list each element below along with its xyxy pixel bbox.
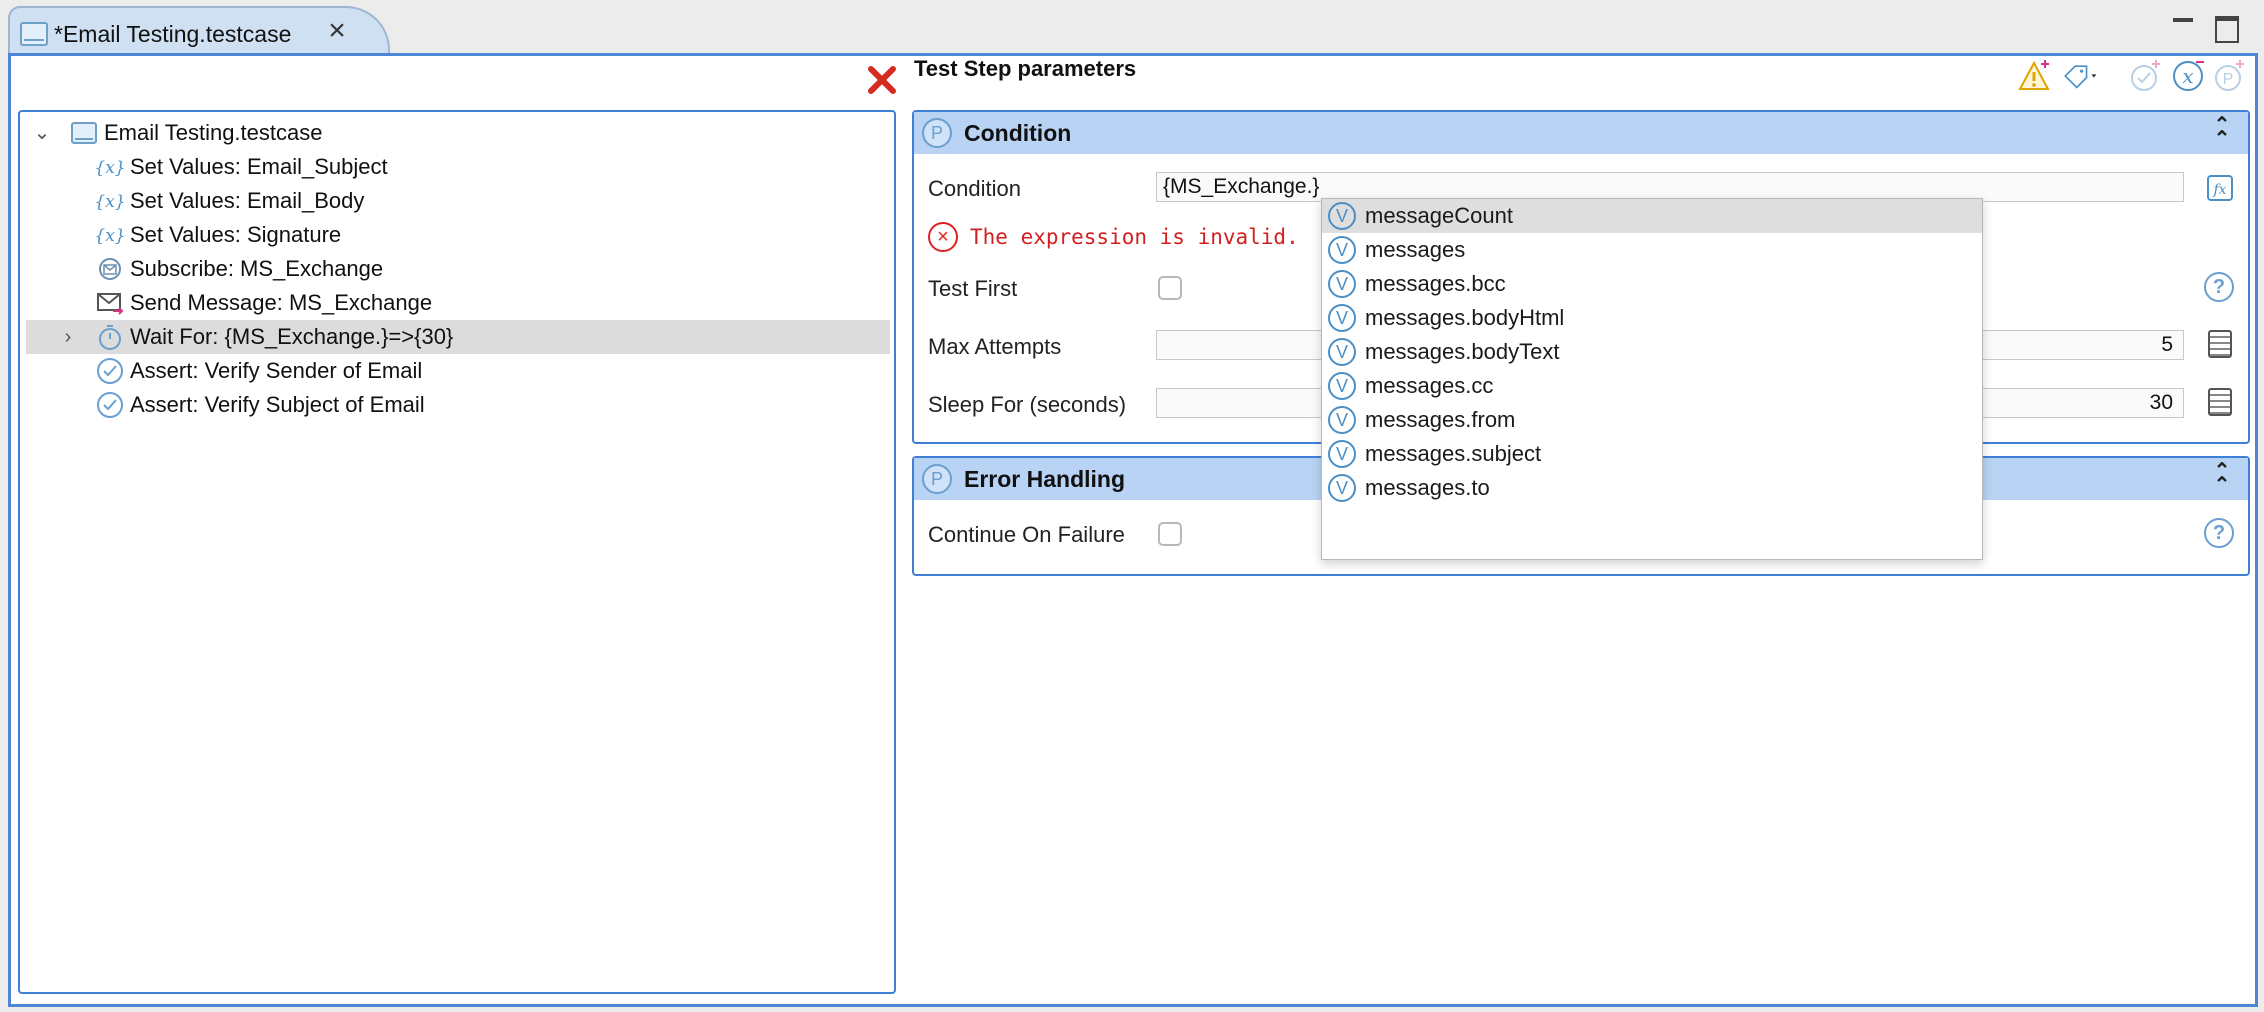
warning-add-icon[interactable]	[2018, 58, 2054, 94]
params-title: Test Step parameters	[914, 56, 1137, 81]
collapse-icon[interactable]: ⌃ ⌃	[2210, 461, 2234, 495]
tree-item-label: Assert: Verify Subject of Email	[130, 392, 425, 417]
variable-v-icon: V	[1328, 440, 1356, 468]
variable-icon: {x}	[96, 158, 124, 178]
parameter-icon: P	[922, 464, 952, 494]
timer-icon	[99, 325, 121, 350]
testcase-file-icon	[20, 22, 48, 46]
add-assertion-icon[interactable]	[2128, 58, 2164, 94]
max-attempts-label: Max Attempts	[928, 334, 1062, 359]
editor-tab-strip: *Email Testing.testcase ×	[0, 0, 2264, 58]
tree-item[interactable]: Subscribe: MS_Exchange	[26, 252, 890, 286]
variable-v-icon: V	[1328, 338, 1356, 366]
maximize-icon[interactable]	[2210, 10, 2240, 43]
tree-root[interactable]: ⌄ Email Testing.testcase	[26, 116, 890, 150]
svg-text:P: P	[2223, 71, 2234, 88]
calculator-icon[interactable]	[2208, 330, 2232, 358]
tree-item[interactable]: Assert: Verify Subject of Email	[26, 388, 890, 422]
autocomplete-item[interactable]: V messageCount	[1322, 199, 1982, 233]
variable-v-icon: V	[1328, 406, 1356, 434]
autocomplete-item[interactable]: V messages.from	[1322, 403, 1982, 437]
continue-on-failure-label: Continue On Failure	[928, 522, 1125, 547]
svg-text:{x}: {x}	[96, 226, 124, 246]
variable-v-icon: V	[1328, 474, 1356, 502]
minimize-icon[interactable]	[2168, 10, 2198, 40]
variable-v-icon: V	[1328, 372, 1356, 400]
tree-item-label: Set Values: Signature	[130, 222, 342, 247]
tree-item-label: Subscribe: MS_Exchange	[130, 256, 384, 281]
variable-icon: {x}	[96, 226, 124, 246]
variable-icon: {x}	[96, 192, 124, 212]
help-icon[interactable]: ?	[2204, 272, 2234, 302]
calculator-icon[interactable]	[2208, 388, 2232, 416]
testcase-file-icon	[71, 122, 97, 144]
collapse-icon[interactable]: ⌃ ⌃	[2210, 115, 2234, 149]
condition-section-header[interactable]: P Condition ⌃ ⌃	[914, 112, 2248, 154]
test-step-tree: ⌄ Email Testing.testcase {x} Set Values:…	[18, 110, 896, 994]
variable-v-icon: V	[1328, 236, 1356, 264]
help-icon[interactable]: ?	[2204, 518, 2234, 548]
error-icon: ×	[928, 222, 958, 252]
tree-item-label: Send Message: MS_Exchange	[130, 290, 433, 315]
variable-v-icon: V	[1328, 270, 1356, 298]
parameter-icon: P	[922, 118, 952, 148]
tree-item[interactable]: Send Message: MS_Exchange	[26, 286, 890, 320]
delete-icon[interactable]	[866, 64, 898, 96]
checkmark-icon	[97, 392, 123, 418]
tree-item[interactable]: {x} Set Values: Email_Body	[26, 184, 890, 218]
add-parameter-icon[interactable]: P	[2212, 58, 2248, 94]
test-first-checkbox[interactable]	[1158, 276, 1182, 300]
expression-builder-icon[interactable]: fx	[2204, 172, 2236, 204]
autocomplete-item[interactable]: V messages.cc	[1322, 369, 1982, 403]
svg-text:x: x	[2182, 64, 2193, 88]
close-tab-icon[interactable]: ×	[324, 16, 350, 46]
autocomplete-item[interactable]: V messages.bcc	[1322, 267, 1982, 301]
tree-item[interactable]: Assert: Verify Sender of Email	[26, 354, 890, 388]
autocomplete-item[interactable]: V messages.bodyText	[1322, 335, 1982, 369]
test-first-label: Test First	[928, 276, 1018, 301]
tree-root-label: Email Testing.testcase	[104, 120, 323, 145]
autocomplete-item[interactable]: V messages.to	[1322, 471, 1982, 505]
tree-item-label: Assert: Verify Sender of Email	[130, 358, 423, 383]
tree-item[interactable]: {x} Set Values: Signature	[26, 218, 890, 252]
autocomplete-popup: V messageCount V messages V messages.bcc…	[1321, 198, 1983, 560]
variable-v-icon: V	[1328, 304, 1356, 332]
autocomplete-item[interactable]: V messages	[1322, 233, 1982, 267]
send-message-icon	[97, 293, 124, 315]
section-title: Error Handling	[964, 466, 1126, 492]
chevron-down-icon[interactable]: ⌄	[32, 116, 52, 150]
tree-item-selected[interactable]: › Wait For: {MS_Exchange.}=>{30}	[26, 320, 890, 354]
autocomplete-item[interactable]: V messages.subject	[1322, 437, 1982, 471]
checkmark-icon	[97, 358, 123, 384]
tree-item-label: Set Values: Email_Body	[130, 188, 365, 213]
svg-text:{x}: {x}	[96, 158, 124, 178]
autocomplete-item[interactable]: V messages.bodyHtml	[1322, 301, 1982, 335]
tab-email-testing[interactable]: *Email Testing.testcase ×	[8, 6, 390, 58]
function-icon[interactable]: x	[2170, 58, 2206, 94]
tab-title: *Email Testing.testcase	[54, 21, 292, 47]
svg-text:fx: fx	[2212, 182, 2226, 198]
sleep-label: Sleep For (seconds)	[928, 392, 1127, 417]
error-message: The expression is invalid.	[970, 225, 1299, 249]
tree-item-label: Set Values: Email_Subject	[130, 154, 388, 179]
continue-on-failure-checkbox[interactable]	[1158, 522, 1182, 546]
tree-item-label: Wait For: {MS_Exchange.}=>{30}	[130, 324, 454, 349]
section-title: Condition	[964, 120, 1072, 146]
tree-item[interactable]: {x} Set Values: Email_Subject	[26, 150, 890, 184]
chevron-right-icon[interactable]: ›	[58, 320, 78, 354]
tag-dropdown-icon[interactable]	[2062, 58, 2098, 94]
subscribe-icon	[99, 258, 121, 280]
variable-v-icon: V	[1328, 202, 1356, 230]
svg-text:{x}: {x}	[96, 192, 124, 212]
condition-label: Condition	[928, 176, 1021, 201]
